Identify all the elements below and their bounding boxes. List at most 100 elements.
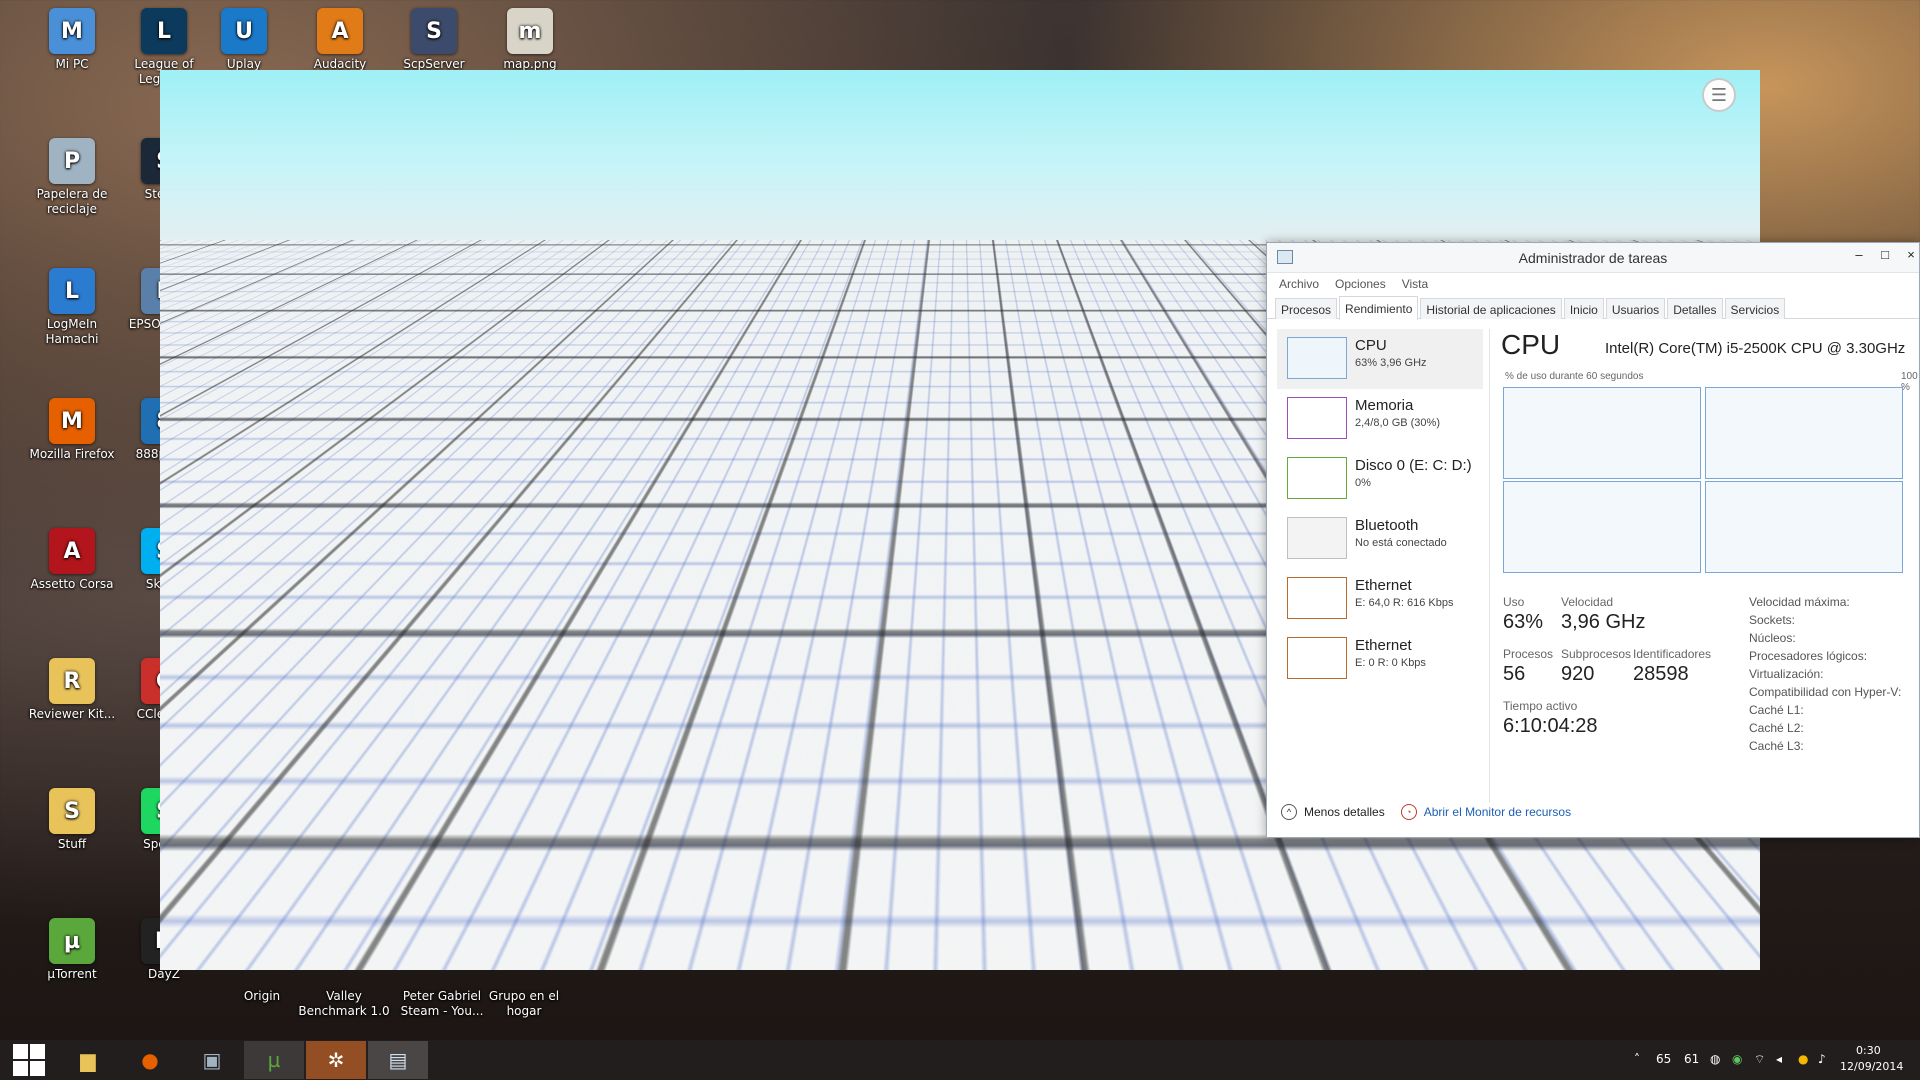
norton-tray-icon[interactable]: ●: [1798, 1052, 1808, 1066]
firefox-icon: ●: [141, 1048, 158, 1072]
speed-tick: 140: [1666, 877, 1681, 886]
speaker-tray-icon[interactable]: ♪: [1818, 1052, 1826, 1066]
tray-chevron-icon[interactable]: ˄: [1634, 1052, 1640, 1066]
rpm-value: 0854: [1539, 914, 1699, 936]
desktop-icon[interactable]: A Audacity: [294, 8, 386, 72]
tab-historial-de-aplicaciones[interactable]: Historial de aplicaciones: [1420, 298, 1561, 319]
scpserver-icon: S: [411, 8, 457, 54]
cpu-spec-label: Núcleos:: [1749, 631, 1796, 645]
audacity-icon: A: [317, 8, 363, 54]
cpu-spec-label: Velocidad máxima:: [1749, 595, 1850, 609]
desktop-icon[interactable]: VValley Benchmark 1.0: [298, 962, 390, 1019]
game-menu-button[interactable]: ☰: [1702, 78, 1736, 112]
desktop-icon[interactable]: GGrupo en el hogar: [478, 962, 570, 1019]
zoom-in-button[interactable]: +: [1722, 877, 1752, 907]
desktop-icon-label: Valley Benchmark 1.0: [298, 989, 390, 1019]
clock-time[interactable]: 0:30: [1856, 1044, 1881, 1057]
maximize-button[interactable]: □: [1873, 247, 1897, 267]
cpu-spec-label: Caché L1:: [1749, 703, 1804, 717]
taskbar-app[interactable]: ▣: [182, 1041, 242, 1079]
speed-ticks: 0 20 40 60 80 100 120 140 160: [1536, 877, 1704, 886]
desktop-icon[interactable]: P Papelera de reciclaje: [26, 138, 118, 217]
tray-value-1: 65: [1656, 1052, 1671, 1066]
folder-icon: S: [49, 788, 95, 834]
speed-tick: 160: [1689, 877, 1704, 886]
resource-item[interactable]: Disco 0 (E: C: D:) 0%: [1277, 449, 1483, 509]
task-manager-footer: ^ Menos detalles ◔ Abrir el Monitor de r…: [1281, 799, 1571, 825]
speed-display: 000: [1538, 845, 1700, 871]
procesos-label: Procesos: [1503, 647, 1553, 661]
resource-name: CPU: [1355, 337, 1387, 354]
desktop-icon[interactable]: R Reviewer Kit...: [26, 658, 118, 722]
desktop-icon[interactable]: m map.png: [484, 8, 576, 72]
steam-tray-icon[interactable]: ◍: [1710, 1052, 1720, 1066]
sidebar-divider: [1489, 329, 1490, 803]
desktop-icon[interactable]: U Uplay: [198, 8, 290, 72]
usage-caption: % de uso durante 60 segundos: [1505, 371, 1643, 382]
menu-item[interactable]: Vista: [1402, 277, 1428, 291]
resource-item[interactable]: Ethernet E: 0 R: 0 Kbps: [1277, 629, 1483, 689]
speed-tick: 120: [1643, 877, 1658, 886]
tab-servicios[interactable]: Servicios: [1725, 298, 1786, 319]
hamachi-icon: L: [49, 268, 95, 314]
wifi-tray-icon[interactable]: ⌔: [1754, 1052, 1765, 1067]
desktop-icon[interactable]: A Assetto Corsa: [26, 528, 118, 592]
resource-item[interactable]: Bluetooth No está conectado: [1277, 509, 1483, 569]
tab-inicio[interactable]: Inicio: [1564, 298, 1604, 319]
cpu-core-graph: [1503, 481, 1701, 573]
resource-sidebar: CPU 63% 3,96 GHz Memoria 2,4/8,0 GB (30%) Di…: [1277, 329, 1483, 689]
tab-strip: Procesos Rendimiento Historial de aplicaci…: [1267, 295, 1919, 319]
resource-subtitle: E: 0 R: 0 Kbps: [1355, 657, 1426, 669]
pedal-column: 0: [1484, 907, 1498, 955]
desktop-icon[interactable]: M Mi PC: [26, 8, 118, 72]
taskbar-utorrent[interactable]: µ: [244, 1041, 304, 1079]
desktop-icon[interactable]: µ µTorrent: [26, 918, 118, 982]
tiempo-activo-value: 6:10:04:28: [1503, 715, 1598, 738]
resource-item[interactable]: CPU 63% 3,96 GHz: [1277, 329, 1483, 389]
taskbar-task-manager[interactable]: ▤: [368, 1041, 428, 1079]
tray-value-2: 61: [1684, 1052, 1699, 1066]
close-button[interactable]: ×: [1899, 247, 1920, 267]
recycle-bin-icon: P: [49, 138, 95, 184]
resource-monitor-link[interactable]: Abrir el Monitor de recursos: [1424, 805, 1571, 819]
windows-logo-pane: [30, 1061, 45, 1076]
tab-procesos[interactable]: Procesos: [1275, 298, 1337, 319]
clock-date[interactable]: 12/09/2014: [1840, 1060, 1903, 1073]
taskbar-explorer[interactable]: ▆: [58, 1041, 118, 1079]
less-details-link[interactable]: Menos detalles: [1304, 805, 1385, 819]
resource-item[interactable]: Memoria 2,4/8,0 GB (30%): [1277, 389, 1483, 449]
tab-rendimiento[interactable]: Rendimiento: [1339, 296, 1418, 320]
taskbar-firefox[interactable]: ●: [120, 1041, 180, 1079]
desktop-icon[interactable]: L LogMeIn Hamachi: [26, 268, 118, 347]
task-manager-titlebar[interactable]: Administrador de tareas – □ ×: [1267, 243, 1919, 273]
cpu-heading: CPU: [1501, 329, 1560, 361]
resource-item[interactable]: Ethernet E: 64,0 R: 616 Kbps: [1277, 569, 1483, 629]
subprocesos-label: Subprocesos: [1561, 647, 1631, 661]
desktop-icon[interactable]: S Stuff: [26, 788, 118, 852]
settings-button[interactable]: ⚙: [1722, 913, 1752, 943]
menu-item[interactable]: Opciones: [1335, 277, 1386, 291]
tab-detalles[interactable]: Detalles: [1667, 298, 1722, 319]
truck-front-hubcap: [804, 556, 832, 584]
minimize-button[interactable]: –: [1847, 247, 1871, 267]
menu-lines-icon: ☰: [1711, 85, 1727, 106]
tab-usuarios[interactable]: Usuarios: [1606, 298, 1665, 319]
start-button[interactable]: [6, 1044, 52, 1076]
speed-tick: 0: [1536, 877, 1541, 886]
game-sky: [160, 70, 1760, 250]
desktop-icon[interactable]: PPeter Gabriel Steam - You...: [396, 962, 488, 1019]
desktop-icon[interactable]: M Mozilla Firefox: [26, 398, 118, 462]
volume-tray-icon[interactable]: ◂: [1776, 1052, 1782, 1066]
task-manager-window[interactable]: Administrador de tareas – □ × Archivo Opc…: [1266, 242, 1920, 838]
network-tray-icon[interactable]: ◉: [1732, 1052, 1742, 1066]
desktop-icon-label: Papelera de reciclaje: [26, 187, 118, 217]
desktop-icon[interactable]: S ScpServer: [388, 8, 480, 72]
uso-label: Uso: [1503, 595, 1524, 609]
windows-logo-pane: [30, 1044, 45, 1059]
beamng-icon: ✲: [328, 1048, 345, 1072]
resource-thumbnail: [1287, 457, 1347, 499]
menu-item[interactable]: Archivo: [1279, 277, 1319, 291]
desktop-icon-label: µTorrent: [26, 967, 118, 982]
uso-value: 63%: [1503, 611, 1543, 634]
taskbar-beamng[interactable]: ✲: [306, 1041, 366, 1079]
